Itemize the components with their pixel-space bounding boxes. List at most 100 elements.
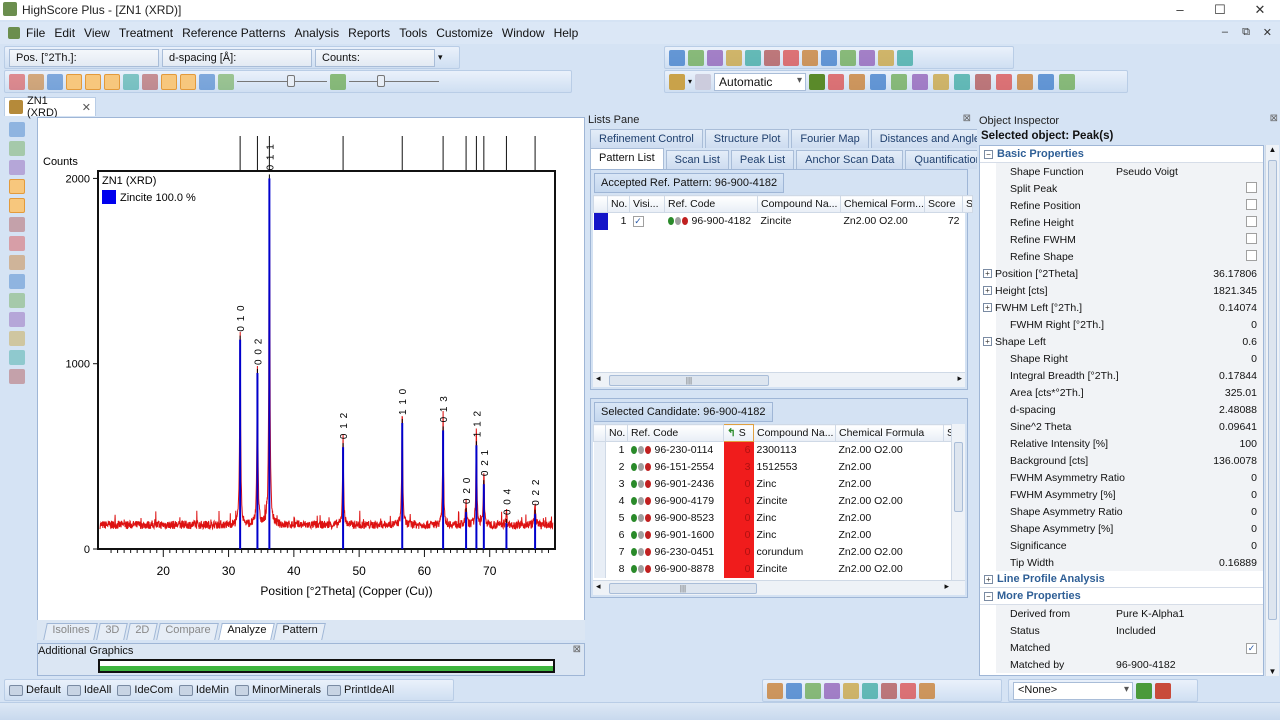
section-line_profile[interactable]: + Line Profile Analysis	[980, 571, 1263, 588]
traffic-light-icon[interactable]	[809, 73, 826, 90]
panel-close-icon[interactable]: ⊠	[1270, 113, 1278, 124]
print-icon[interactable]	[745, 49, 761, 66]
peak-marker-icon[interactable]	[843, 682, 859, 699]
preset-combo[interactable]: <None>	[1013, 681, 1133, 700]
property-row[interactable]: Area [cts*°2Th.] 325.01	[980, 384, 1263, 401]
print-setup-icon[interactable]	[783, 49, 799, 66]
view-tab-pattern[interactable]: Pattern	[273, 623, 327, 640]
view-tab-2d[interactable]: 2D	[126, 623, 159, 640]
property-row[interactable]: Relative Intensity [%] 100	[980, 435, 1263, 452]
property-row[interactable]: Background [cts] 136.0078	[980, 452, 1263, 469]
preset-minorminerals[interactable]: MinorMinerals	[234, 684, 321, 696]
property-checkbox[interactable]	[1246, 232, 1257, 244]
table-row[interactable]: 1 ✓ 96-900-4182 Zincite Zn2.00 O2.00 72	[593, 212, 973, 230]
preset-idemin[interactable]: IdeMin	[178, 684, 229, 696]
property-row[interactable]: Significance 0	[980, 537, 1263, 554]
report-icon[interactable]	[919, 682, 935, 699]
menu-file[interactable]: File	[26, 26, 45, 40]
mdi-restore-button[interactable]: ⧉	[1242, 26, 1250, 39]
property-row[interactable]: Split Peak	[980, 180, 1263, 197]
property-row[interactable]: d-spacing 2.48088	[980, 401, 1263, 418]
grid-icon[interactable]	[9, 369, 25, 384]
bar-chart-icon[interactable]	[1059, 73, 1076, 90]
position-icon[interactable]	[881, 682, 897, 699]
property-row[interactable]: + Shape Left 0.6	[980, 333, 1263, 350]
table-row[interactable]: 4 96-900-4179 0 Zincite Zn2.00 O2.00	[593, 492, 954, 510]
column-header[interactable]: No.	[607, 195, 630, 213]
document-menu-icon[interactable]	[8, 27, 20, 39]
preset-printideall[interactable]: PrintIdeAll	[327, 684, 394, 696]
expand-icon[interactable]: +	[983, 303, 992, 312]
axis-icon[interactable]	[9, 331, 25, 346]
peak-shape-icon[interactable]	[161, 73, 177, 90]
peak-search-icon[interactable]	[828, 73, 845, 90]
fit-profile-icon[interactable]	[849, 73, 866, 90]
open-folder-icon[interactable]	[688, 49, 704, 66]
apply-icon[interactable]	[1136, 682, 1152, 699]
row-selector[interactable]	[593, 212, 608, 230]
profile-icon[interactable]	[805, 682, 821, 699]
table-row[interactable]: 6 96-901-1600 0 Zinc Zn2.00	[593, 526, 954, 544]
panel-close-icon[interactable]: ⊠	[963, 113, 971, 124]
refine-icon[interactable]	[975, 73, 992, 90]
tab-pattern-list[interactable]: Pattern List	[590, 148, 664, 169]
undo-icon[interactable]	[859, 49, 875, 66]
intensity-slider[interactable]	[349, 74, 439, 89]
column-header[interactable]: S	[962, 195, 973, 213]
column-header[interactable]: Ref. Code	[664, 195, 758, 213]
property-row[interactable]: Tip Width 0.16889	[980, 554, 1263, 571]
collapse-icon[interactable]: −	[984, 149, 993, 159]
index-icon[interactable]	[180, 73, 196, 90]
tab-refinement-control[interactable]: Refinement Control	[590, 129, 703, 148]
property-row[interactable]: Shape Right 0	[980, 350, 1263, 367]
scale-icon[interactable]	[9, 350, 25, 365]
preset-default[interactable]: Default	[9, 684, 61, 696]
property-row[interactable]: Refine FWHM	[980, 231, 1263, 248]
plot-settings-icon[interactable]	[330, 73, 346, 90]
expand-icon[interactable]: +	[983, 337, 992, 346]
peaks-icon[interactable]	[786, 682, 802, 699]
toolbar-overflow-icon[interactable]: ▾	[438, 52, 443, 63]
property-checkbox[interactable]: ✓	[1246, 642, 1257, 654]
view-tab-3d[interactable]: 3D	[96, 623, 129, 640]
delete-peak-icon[interactable]	[900, 682, 916, 699]
section-more[interactable]: − More Properties	[980, 588, 1263, 605]
column-header[interactable]: Chemical Formula	[835, 424, 944, 442]
background-icon[interactable]	[870, 73, 887, 90]
tab-zn1-xrd[interactable]: ZN1 (XRD) ✕	[4, 95, 96, 119]
property-row[interactable]: Integral Breadth [°2Th.] 0.17844	[980, 367, 1263, 384]
options-icon[interactable]	[9, 312, 25, 327]
view-tab-analyze[interactable]: Analyze	[217, 623, 275, 640]
save-icon[interactable]	[707, 49, 723, 66]
menu-analysis[interactable]: Analysis	[294, 26, 339, 40]
close-button[interactable]: ✕	[1240, 0, 1280, 20]
property-checkbox[interactable]	[1246, 181, 1257, 193]
property-row[interactable]: + Position [°2Theta] 36.17806	[980, 265, 1263, 282]
remove-icon[interactable]	[1155, 682, 1171, 699]
zoom-out-icon[interactable]	[9, 141, 25, 156]
property-row[interactable]: FWHM Asymmetry Ratio 0	[980, 469, 1263, 486]
property-grid[interactable]: − Basic Properties Shape Function Pseudo Vo…	[979, 145, 1264, 676]
table-row[interactable]: 7 96-230-0451 0 corundum Zn2.00 O2.00	[593, 543, 954, 561]
profile-display-icon[interactable]	[104, 73, 120, 90]
property-row[interactable]: FWHM Right [°2Th.] 0	[980, 316, 1263, 333]
preset-idecom[interactable]: IdeCom	[117, 684, 173, 696]
inspector-scrollbar[interactable]: ▲ ▼	[1265, 145, 1279, 676]
property-row[interactable]: Refine Position	[980, 197, 1263, 214]
property-row[interactable]: Shape Asymmetry [%] 0	[980, 520, 1263, 537]
print-preview-icon[interactable]	[764, 49, 780, 66]
peaks-display-icon[interactable]	[85, 73, 101, 90]
column-header[interactable]: Compound Na...	[757, 195, 841, 213]
property-checkbox[interactable]	[1246, 215, 1257, 227]
xrd-pattern-chart[interactable]: Counts 0 1000 2000 20 30 40 50 60 70 Position [°2T…	[38, 118, 586, 621]
pencil-icon[interactable]	[9, 236, 25, 251]
peak-tool-icon[interactable]	[9, 179, 25, 194]
pattern-lines-icon[interactable]	[862, 682, 878, 699]
paste-icon[interactable]	[840, 49, 856, 66]
column-header[interactable]: ↰ S	[723, 424, 754, 442]
mdi-minimize-button[interactable]: –	[1222, 26, 1228, 38]
menu-reports[interactable]: Reports	[348, 26, 390, 40]
menu-tools[interactable]: Tools	[399, 26, 427, 40]
property-checkbox[interactable]	[1246, 198, 1257, 210]
menu-customize[interactable]: Customize	[436, 26, 493, 40]
